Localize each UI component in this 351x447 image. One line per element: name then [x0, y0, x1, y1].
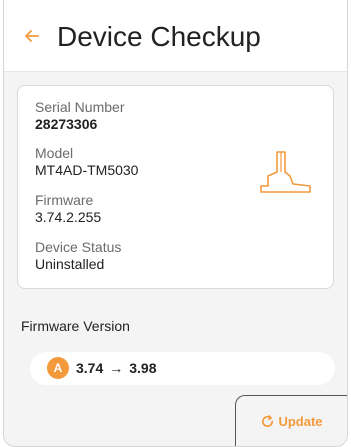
refresh-icon [262, 415, 274, 428]
update-button[interactable]: Update [235, 395, 347, 446]
firmware-field: Firmware 3.74.2.255 [35, 192, 101, 225]
firmware-version-section: Firmware Version A 3.74 → 3.98 [4, 305, 347, 399]
update-label: Update [278, 414, 323, 429]
app-screen: Device Checkup Serial Number 28273306 Mo… [3, 0, 348, 447]
model-field: Model MT4AD-TM5030 [35, 145, 138, 178]
device-status-field: Device Status Uninstalled [35, 239, 121, 272]
back-arrow-icon [25, 30, 39, 42]
serial-number-field: Serial Number 28273306 [35, 99, 124, 132]
page-title: Device Checkup [57, 21, 261, 52]
firmware-version-pill: A 3.74 → 3.98 [30, 352, 335, 385]
firmware-version-change: 3.74 → 3.98 [76, 360, 157, 376]
back-button[interactable] [18, 22, 46, 50]
app-header: Device Checkup [4, 0, 347, 72]
model-label: Model [35, 145, 74, 161]
model-value: MT4AD-TM5030 [35, 162, 139, 178]
firmware-version-title: Firmware Version [21, 318, 130, 334]
serial-number-label: Serial Number [35, 99, 125, 115]
tool-device-icon [260, 151, 311, 193]
firmware-badge: A [47, 357, 69, 379]
device-info-card: Serial Number 28273306 Model MT4AD-TM503… [17, 85, 334, 289]
device-status-label: Device Status [35, 239, 122, 255]
firmware-label: Firmware [35, 192, 94, 208]
current-version: 3.74 [76, 360, 104, 376]
serial-number-value: 28273306 [35, 116, 98, 132]
device-status-value: Uninstalled [35, 256, 105, 272]
new-version: 3.98 [129, 360, 157, 376]
version-arrow-icon: → [109, 360, 124, 376]
firmware-value: 3.74.2.255 [35, 209, 102, 225]
